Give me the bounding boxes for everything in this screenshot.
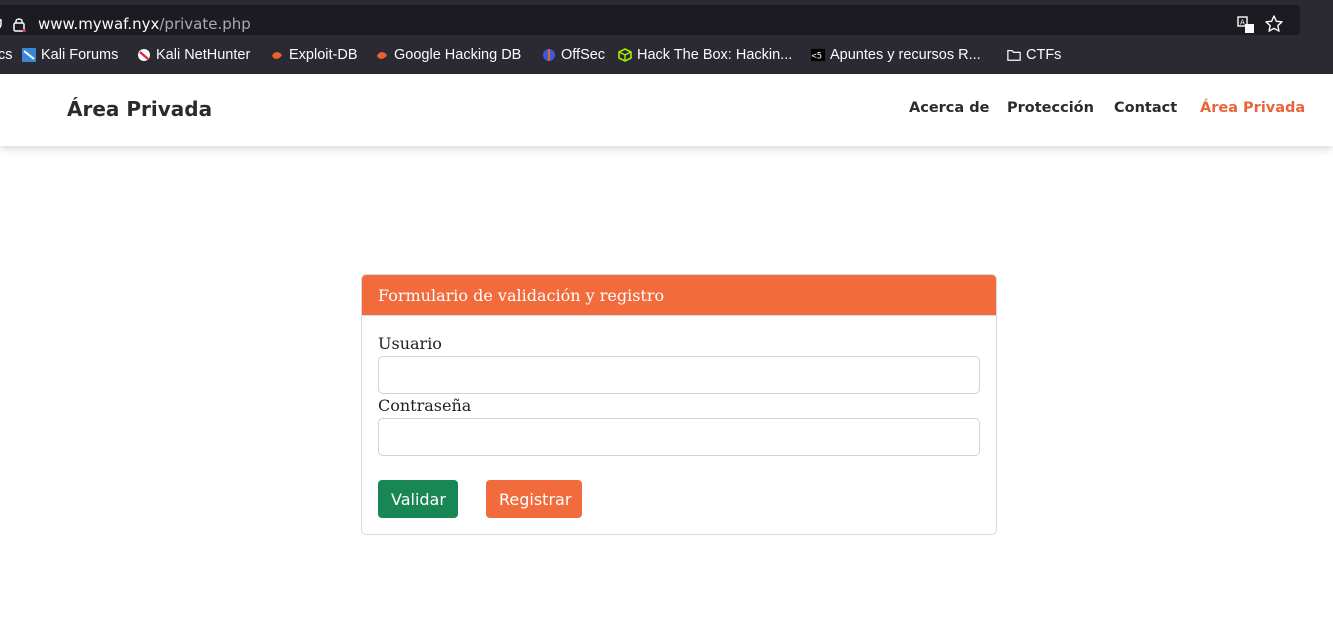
htb-icon <box>618 48 632 62</box>
password-label: Contraseña <box>378 396 472 415</box>
bookmark-ghdb[interactable]: Google Hacking DB <box>375 47 521 63</box>
bookmark-exploit-db[interactable]: Exploit-DB <box>270 47 358 63</box>
bookmark-kali-forums[interactable]: Kali Forums <box>22 47 118 63</box>
svg-text:A: A <box>1240 19 1245 27</box>
url-host: www.mywaf.nyx <box>38 15 160 33</box>
bookmark-label: Apuntes y recursos R... <box>830 47 981 63</box>
bookmark-label: Google Hacking DB <box>394 47 522 63</box>
site-brand[interactable]: Área Privada <box>67 97 212 121</box>
lock-icon[interactable] <box>12 16 26 32</box>
browser-chrome: www.mywaf.nyx/private.php A cs Kali Foru… <box>0 0 1333 74</box>
kali-nethunter-icon <box>138 49 150 61</box>
nav-area-privada[interactable]: Área Privada <box>1200 100 1305 116</box>
bookmark-kali-nethunter[interactable]: Kali NetHunter <box>137 47 250 63</box>
shield-icon[interactable] <box>0 17 2 31</box>
bookmark-star-icon[interactable] <box>1264 14 1284 34</box>
username-input[interactable] <box>378 356 980 394</box>
bookmark-ctfs[interactable]: CTFs <box>1007 47 1061 63</box>
apuntes-icon: <5 <box>811 48 825 62</box>
nav-proteccion[interactable]: Protección <box>1007 100 1094 116</box>
exploit-db-icon <box>272 52 282 59</box>
bookmark-label: CTFs <box>1026 47 1062 63</box>
bookmark-partial-label: cs <box>0 47 13 63</box>
translate-icon[interactable]: A <box>1237 16 1255 34</box>
url-text[interactable]: www.mywaf.nyx/private.php <box>38 15 251 33</box>
bookmark-label: Exploit-DB <box>289 47 358 63</box>
bookmark-label: OffSec <box>561 47 606 63</box>
folder-icon <box>1007 50 1021 61</box>
nav-acerca-de[interactable]: Acerca de <box>909 100 989 116</box>
register-button[interactable]: Registrar <box>486 480 582 518</box>
offsec-icon <box>543 49 555 61</box>
bookmark-apuntes[interactable]: <5 Apuntes y recursos R... <box>811 47 981 63</box>
validate-button[interactable]: Validar <box>378 480 458 518</box>
bookmark-label: Kali NetHunter <box>156 47 251 63</box>
nav-contact[interactable]: Contact <box>1114 100 1177 116</box>
bookmark-partial[interactable]: cs <box>0 47 13 63</box>
bookmark-label: Kali Forums <box>41 47 119 63</box>
username-label: Usuario <box>378 334 442 353</box>
bookmark-label: Hack The Box: Hackin... <box>637 47 793 63</box>
bookmark-htb[interactable]: Hack The Box: Hackin... <box>618 47 792 63</box>
card-title: Formulario de validación y registro <box>362 275 996 316</box>
password-input[interactable] <box>378 418 980 456</box>
svg-text:<5: <5 <box>811 52 822 62</box>
kali-forums-icon <box>22 48 36 62</box>
bookmarks-toolbar: cs Kali Forums Kali NetHunter Exploit-DB… <box>0 44 1333 70</box>
site-header: Área Privada Acerca de Protección Contac… <box>0 74 1333 146</box>
bookmark-offsec[interactable]: OffSec <box>542 47 605 63</box>
address-bar[interactable]: www.mywaf.nyx/private.php A <box>0 5 1300 35</box>
login-card: Formulario de validación y registro Usua… <box>361 274 997 535</box>
ghdb-icon <box>377 52 387 59</box>
url-path: /private.php <box>159 15 251 33</box>
